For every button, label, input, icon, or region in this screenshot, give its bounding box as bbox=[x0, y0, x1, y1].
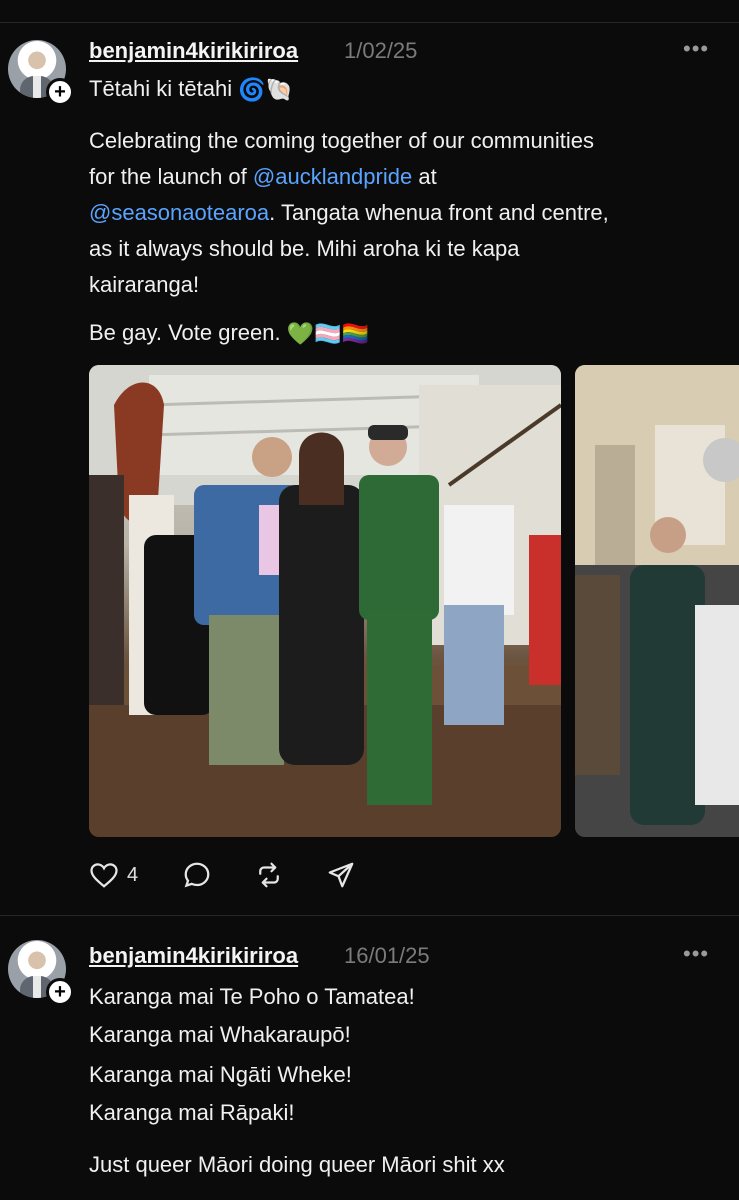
post-body-line-1: Karanga mai Te Poho o Tamatea! bbox=[89, 984, 415, 1009]
avatar[interactable]: + bbox=[8, 40, 74, 106]
reply-button[interactable] bbox=[182, 860, 212, 895]
post-body-line-5: kairaranga! bbox=[89, 272, 200, 297]
post-body-line-2: Karanga mai Whakaraupō! bbox=[89, 1022, 351, 1047]
post-body-line-1: Celebrating the coming together of our c… bbox=[89, 128, 595, 153]
post-body-line-2: for the launch of @aucklandpride at bbox=[89, 164, 437, 190]
mention-link[interactable]: @aucklandpride bbox=[253, 164, 412, 189]
post-title-text: Tētahi ki tētahi bbox=[89, 76, 233, 101]
follow-plus-icon[interactable]: + bbox=[46, 978, 74, 1006]
post-title: Tētahi ki tētahi 🌀🐚 bbox=[89, 76, 293, 103]
follow-plus-icon[interactable]: + bbox=[46, 78, 74, 106]
like-count: 4 bbox=[127, 864, 139, 886]
post-divider bbox=[0, 915, 739, 916]
post-date: 1/02/25 bbox=[344, 38, 418, 63]
post-body-line-3: Karanga mai Ngāti Wheke! bbox=[89, 1062, 352, 1087]
avatar[interactable]: + bbox=[8, 940, 74, 1006]
like-button[interactable] bbox=[89, 860, 119, 895]
top-divider bbox=[0, 22, 739, 23]
more-icon[interactable]: ••• bbox=[683, 941, 709, 967]
post-body-line-5: Just queer Māori doing queer Māori shit … bbox=[89, 1152, 505, 1177]
comment-icon bbox=[184, 862, 210, 888]
post-body-text: . Tangata whenua front and centre, bbox=[269, 200, 609, 225]
repost-icon bbox=[259, 862, 279, 888]
more-icon[interactable]: ••• bbox=[683, 36, 709, 62]
tagline-text: Be gay. Vote green. bbox=[89, 320, 281, 345]
send-icon bbox=[328, 862, 354, 888]
crowd-photo-illustration bbox=[575, 365, 739, 837]
post-photo-2[interactable] bbox=[575, 365, 739, 837]
mention-link[interactable]: @seasonaotearoa bbox=[89, 200, 269, 225]
flags-emoji: 💚🏳️‍⚧️🏳️‍🌈 bbox=[286, 321, 369, 347]
post-tagline: Be gay. Vote green. 💚🏳️‍⚧️🏳️‍🌈 bbox=[89, 320, 369, 347]
repost-button[interactable] bbox=[254, 860, 284, 895]
post-body-text: at bbox=[412, 164, 437, 189]
post-body-line-4: Karanga mai Rāpaki! bbox=[89, 1100, 295, 1125]
post-username[interactable]: benjamin4kirikiriroa bbox=[89, 38, 298, 64]
post-body-line-4: as it always should be. Mihi aroha ki te… bbox=[89, 236, 520, 261]
post-photo[interactable] bbox=[89, 365, 561, 837]
share-button[interactable] bbox=[326, 860, 356, 895]
heart-icon bbox=[90, 863, 118, 888]
post-body-text: for the launch of bbox=[89, 164, 253, 189]
gallery-photo-illustration bbox=[89, 365, 561, 837]
post-username[interactable]: benjamin4kirikiriroa bbox=[89, 943, 298, 969]
post-body-line-3: @seasonaotearoa. Tangata whenua front an… bbox=[89, 200, 609, 226]
spiral-shell-emoji: 🌀🐚 bbox=[238, 77, 293, 103]
post-date: 16/01/25 bbox=[344, 943, 430, 968]
